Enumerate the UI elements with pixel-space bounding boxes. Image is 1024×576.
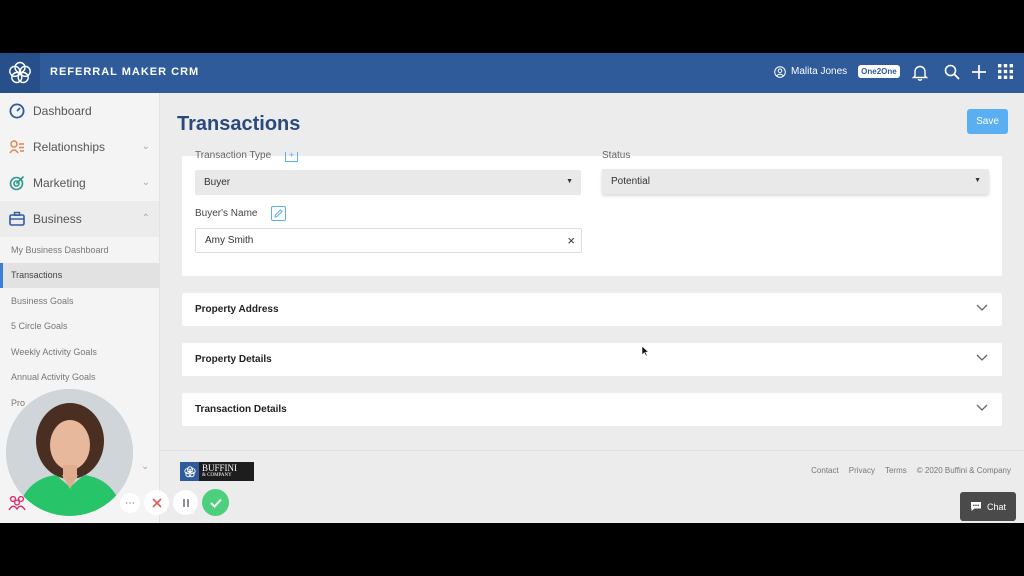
sidebar-item-marketing[interactable]: Marketing ⌄: [0, 165, 159, 201]
sidebar-subitem-transactions[interactable]: Transactions: [0, 262, 159, 288]
sidebar-item-relationships[interactable]: Relationships ⌄: [0, 129, 159, 165]
pencil-icon[interactable]: [271, 206, 286, 221]
user-icon: [774, 65, 786, 78]
buffini-logo[interactable]: BUFFINI & COMPANY: [180, 462, 254, 481]
transaction-type-select[interactable]: Buyer ▼: [195, 170, 581, 195]
logo-line-1: BUFFINI: [202, 463, 238, 473]
clear-icon[interactable]: ×: [567, 233, 575, 248]
search-icon[interactable]: [944, 64, 960, 80]
chat-label: Chat: [986, 501, 1006, 512]
cancel-recording-button[interactable]: [144, 490, 169, 515]
transaction-type-label: Transaction Type: [195, 150, 272, 161]
sidebar-subitem-business-goals[interactable]: Business Goals: [0, 288, 159, 314]
dropdown-arrow-icon: ▼: [566, 178, 573, 185]
chevron-down-icon: [976, 354, 988, 361]
sidebar-subitem-annual-activity-goals[interactable]: Annual Activity Goals: [0, 365, 159, 391]
close-icon: [151, 497, 162, 508]
sidebar-item-business[interactable]: Business ⌃: [0, 201, 159, 237]
pause-icon: [182, 498, 189, 507]
copyright: © 2020 Buffini & Company: [916, 466, 1011, 475]
logo-line-2: & COMPANY: [202, 473, 232, 478]
property-address-section[interactable]: Property Address: [182, 293, 1002, 326]
app-title: REFERRAL MAKER CRM: [50, 66, 200, 78]
top-bar: REFERRAL MAKER CRM Malita Jones One2One: [0, 53, 1024, 93]
sidebar-item-label: Business: [33, 212, 82, 226]
finish-recording-button[interactable]: [202, 489, 229, 516]
plus-icon[interactable]: [971, 64, 987, 80]
buyers-name-input[interactable]: Amy Smith ×: [195, 228, 582, 253]
chat-button[interactable]: Chat: [960, 492, 1016, 521]
more-options-icon[interactable]: ⋯: [120, 493, 140, 513]
user-menu[interactable]: Malita Jones One2One: [774, 65, 900, 78]
transaction-form-card: Transaction Type + Status Buyer ▼ Potent…: [182, 150, 1002, 276]
user-badge: One2One: [858, 65, 900, 78]
property-details-section[interactable]: Property Details: [182, 343, 1002, 376]
chevron-down-icon[interactable]: ⌄: [141, 461, 149, 472]
section-title: Property Details: [195, 354, 272, 365]
footer: BUFFINI & COMPANY Contact Privacy Terms …: [160, 450, 1024, 523]
pause-button[interactable]: [173, 490, 198, 515]
marketing-icon: [9, 175, 25, 191]
check-icon: [209, 498, 222, 508]
chevron-down-icon: ⌄: [141, 141, 150, 152]
status-select[interactable]: Potential ▼: [602, 169, 989, 194]
chevron-down-icon: [976, 404, 988, 411]
sidebar-subitem-5-circle-goals[interactable]: 5 Circle Goals: [0, 314, 159, 340]
bell-icon[interactable]: [912, 64, 928, 81]
sidebar-subitem-weekly-activity-goals[interactable]: Weekly Activity Goals: [0, 339, 159, 365]
user-name: Malita Jones: [791, 66, 848, 77]
sidebar-item-label: Marketing: [33, 176, 86, 190]
sidebar-item-label: Dashboard: [33, 104, 92, 118]
terms-link[interactable]: Terms: [885, 466, 907, 475]
chevron-up-icon: ⌃: [141, 213, 150, 224]
buyers-name-value: Amy Smith: [205, 235, 254, 246]
chevron-down-icon: [976, 304, 988, 311]
mouse-cursor-icon: [641, 345, 650, 357]
page-title: Transactions: [177, 113, 301, 135]
section-title: Property Address: [195, 304, 279, 315]
contact-link[interactable]: Contact: [811, 466, 839, 475]
sidebar-subitem-my-business-dashboard[interactable]: My Business Dashboard: [0, 237, 159, 263]
chevron-down-icon: ⌄: [141, 177, 150, 188]
sidebar-item-dashboard[interactable]: Dashboard: [0, 93, 159, 129]
chat-bubble-icon: [970, 502, 981, 511]
transaction-details-section[interactable]: Transaction Details: [182, 393, 1002, 426]
section-title: Transaction Details: [195, 404, 287, 415]
main-content: Transactions Save Transaction Type + Sta…: [160, 93, 1024, 523]
dashboard-icon: [9, 103, 25, 119]
crm-window: REFERRAL MAKER CRM Malita Jones One2One …: [0, 53, 1024, 523]
relationships-icon: [9, 139, 25, 155]
save-button[interactable]: Save: [967, 109, 1008, 134]
business-icon: [9, 211, 25, 227]
apps-grid-icon[interactable]: [998, 64, 1013, 79]
footer-links: Contact Privacy Terms © 2020 Buffini & C…: [811, 466, 1011, 475]
app-logo[interactable]: [0, 53, 40, 93]
dropdown-arrow-icon: ▼: [974, 177, 981, 184]
transaction-type-value: Buyer: [204, 177, 231, 188]
status-label: Status: [602, 150, 631, 161]
sidebar-item-label: Relationships: [33, 140, 106, 154]
privacy-link[interactable]: Privacy: [849, 466, 875, 475]
people-icon[interactable]: [8, 495, 26, 516]
flower-logo-icon: [9, 61, 31, 84]
add-transaction-type-icon[interactable]: +: [285, 151, 298, 162]
flower-logo-icon: [180, 462, 199, 481]
status-value: Potential: [611, 176, 650, 187]
buyers-name-label: Buyer's Name: [195, 208, 258, 219]
